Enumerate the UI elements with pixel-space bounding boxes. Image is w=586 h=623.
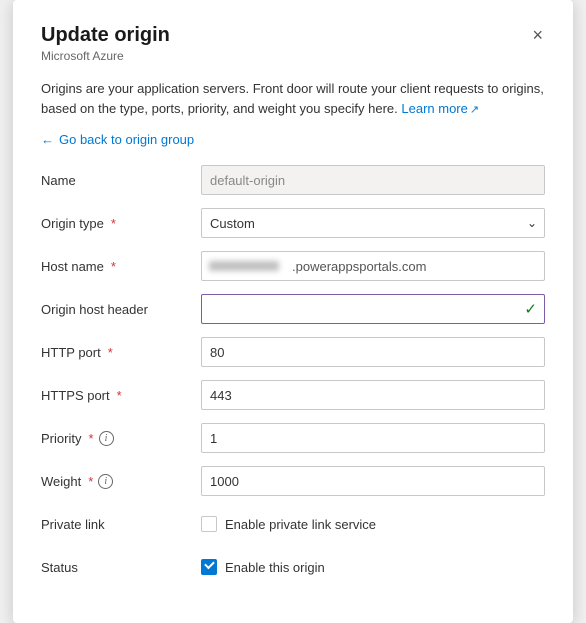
panel-title: Update origin [41,24,170,47]
private-link-label: Private link [41,517,201,532]
origin-type-required: * [111,216,116,231]
private-link-control: Enable private link service [201,516,545,532]
weight-input[interactable] [201,466,545,496]
https-port-required: * [117,388,122,403]
https-port-label: HTTPS port* [41,388,201,403]
close-button[interactable]: × [530,26,545,44]
hostname-wrap [201,251,545,281]
http-port-label: HTTP port* [41,345,201,360]
panel-subtitle: Microsoft Azure [41,49,170,63]
origin-host-header-input[interactable] [201,294,545,324]
weight-label: Weight* i [41,474,201,489]
status-row: Status Enable this origin [41,552,545,582]
status-checkbox-row: Enable this origin [201,559,545,575]
host-name-control [201,251,545,281]
learn-more-link[interactable]: Learn more↗ [401,101,479,116]
https-port-input[interactable] [201,380,545,410]
priority-label: Priority* i [41,431,201,446]
name-control [201,165,545,195]
origin-type-label: Origin type* [41,216,201,231]
private-link-checkbox[interactable] [201,516,217,532]
panel-header: Update origin Microsoft Azure × [41,24,545,77]
http-port-input[interactable] [201,337,545,367]
external-link-icon: ↗ [470,104,479,116]
host-name-required: * [111,259,116,274]
name-label: Name [41,173,201,188]
priority-info-icon[interactable]: i [99,431,114,446]
origin-host-header-row: Origin host header ✓ [41,294,545,324]
origin-type-select[interactable]: Custom [201,208,545,238]
origin-type-row: Origin type* Custom ⌄ [41,208,545,238]
weight-info-icon[interactable]: i [98,474,113,489]
origin-host-header-control: ✓ [201,294,545,324]
private-link-checkbox-row: Enable private link service [201,516,545,532]
back-arrow-icon: ← [41,132,54,147]
weight-row: Weight* i [41,466,545,496]
http-port-row: HTTP port* [41,337,545,367]
host-name-label: Host name* [41,259,201,274]
https-port-control [201,380,545,410]
hostname-blur-overlay [209,261,279,271]
private-link-checkbox-label: Enable private link service [225,517,376,532]
update-origin-panel: Update origin Microsoft Azure × Origins … [13,0,573,623]
weight-required: * [88,474,93,489]
https-port-row: HTTPS port* [41,380,545,410]
name-row: Name [41,165,545,195]
status-checkbox-label: Enable this origin [225,560,325,575]
status-control: Enable this origin [201,559,545,575]
back-to-origin-group-link[interactable]: ← Go back to origin group [41,132,545,147]
name-input [201,165,545,195]
private-link-row: Private link Enable private link service [41,509,545,539]
http-port-required: * [108,345,113,360]
priority-required: * [88,431,93,446]
status-label: Status [41,560,201,575]
title-area: Update origin Microsoft Azure [41,24,170,77]
origin-type-select-wrap: Custom ⌄ [201,208,545,238]
origin-type-control: Custom ⌄ [201,208,545,238]
http-port-control [201,337,545,367]
priority-row: Priority* i [41,423,545,453]
status-checkbox[interactable] [201,559,217,575]
weight-control [201,466,545,496]
priority-input[interactable] [201,423,545,453]
origin-host-header-label: Origin host header [41,302,201,317]
origin-host-header-wrap: ✓ [201,294,545,324]
description-text: Origins are your application servers. Fr… [41,79,545,118]
host-name-row: Host name* [41,251,545,281]
priority-control [201,423,545,453]
